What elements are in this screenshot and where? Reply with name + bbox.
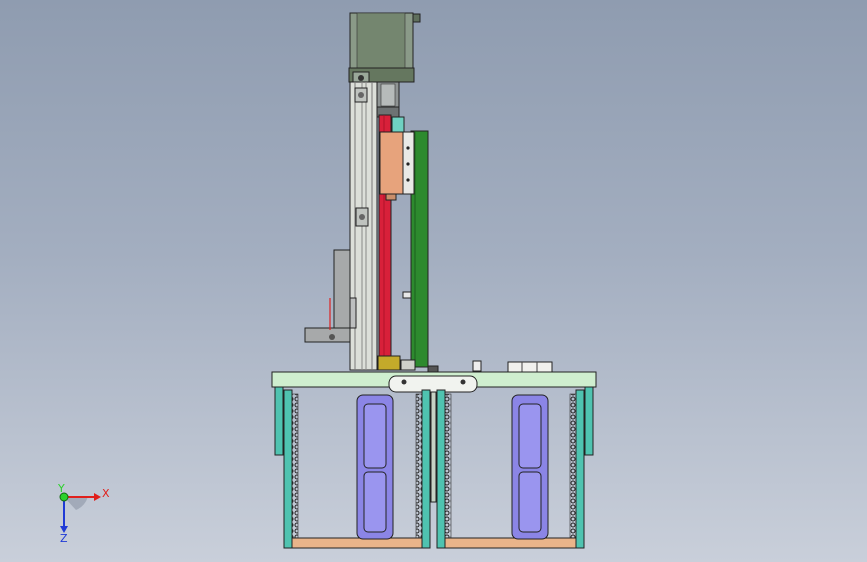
left-bracket	[304, 249, 357, 343]
shaft-coupler	[376, 81, 400, 118]
center-divider	[430, 391, 437, 503]
cad-viewport[interactable]: X Y Z	[0, 0, 867, 562]
base-fittings	[377, 355, 553, 373]
coordinate-triad: X Y Z	[57, 482, 110, 545]
y-axis-label: Y	[57, 482, 65, 495]
z-axis-label: Z	[60, 532, 68, 545]
left-cell	[283, 389, 431, 549]
stepper-motor	[348, 12, 421, 85]
x-arrowhead	[94, 493, 101, 501]
base-plate	[271, 371, 597, 393]
assembly-drawing: X Y Z	[57, 12, 597, 549]
right-cell	[436, 389, 585, 549]
x-axis-label: X	[102, 487, 110, 500]
